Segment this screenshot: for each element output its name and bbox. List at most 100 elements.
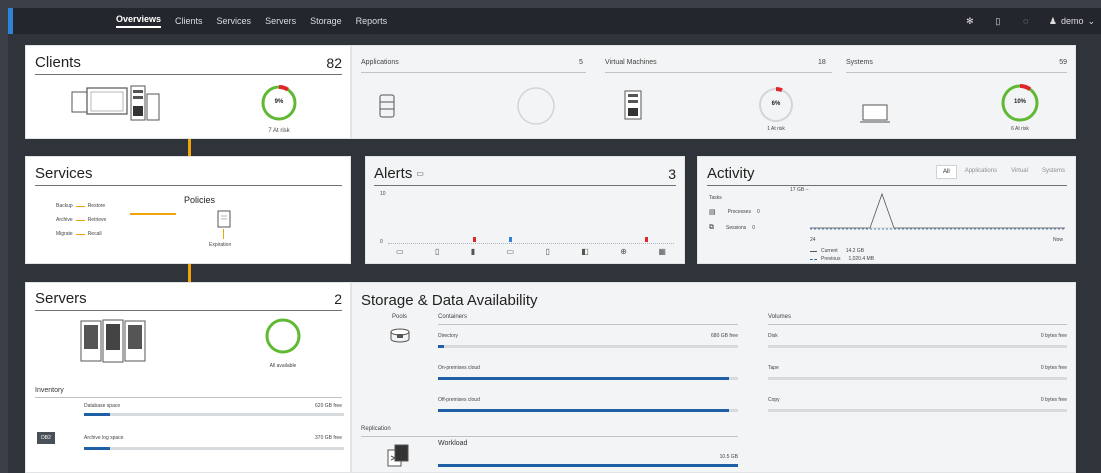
database-icon[interactable]: ▯ bbox=[435, 247, 439, 256]
nav-clients[interactable]: Clients bbox=[175, 16, 203, 26]
nav-reports[interactable]: Reports bbox=[356, 16, 388, 26]
legend-current-value: 14.2 GB bbox=[845, 248, 865, 254]
clients-title: Clients bbox=[35, 54, 81, 71]
storage-title: Storage & Data Availability bbox=[361, 292, 538, 309]
replication-icon[interactable]: ◧ bbox=[581, 247, 589, 256]
alerts-category-icons: ▭ ▯ ▮ ▭ ▯ ◧ ⊕ ▦ bbox=[396, 247, 666, 256]
policy-document-icon bbox=[217, 210, 231, 228]
legend-current-swatch bbox=[810, 250, 817, 252]
volume-copy-value: 0 bytes free bbox=[1040, 397, 1067, 403]
tab-systems[interactable]: Systems bbox=[1036, 165, 1071, 179]
storage-pool-icon bbox=[390, 328, 410, 343]
services-title: Services bbox=[35, 165, 93, 182]
laptop-icon[interactable]: ▭ bbox=[507, 247, 515, 256]
vms-risk-percent: 6% bbox=[771, 101, 781, 107]
volume-copy-bar bbox=[768, 409, 1067, 412]
activity-card[interactable]: Activity All Applications Virtual System… bbox=[697, 156, 1076, 264]
service-left: Archive bbox=[56, 217, 73, 223]
servers-divider bbox=[35, 310, 342, 311]
processes-value: 0 bbox=[756, 209, 760, 215]
user-menu[interactable]: ♟ demo ⌄ bbox=[1049, 16, 1095, 27]
container-onprem-bar bbox=[438, 377, 738, 380]
tab-virtual[interactable]: Virtual bbox=[1005, 165, 1034, 179]
servers-card[interactable]: Servers 2 All available Inventory DB2 Da… bbox=[25, 282, 351, 473]
services-policies-connector bbox=[130, 213, 176, 215]
service-left: Backup bbox=[56, 203, 73, 209]
summary-card: Applications 5 Virtual Machines 18 6% 1 … bbox=[351, 45, 1076, 139]
legend-previous: Previous 1,020.4 MB bbox=[810, 256, 874, 262]
volumes-label: Volumes bbox=[768, 314, 792, 320]
policy-expiration-connector bbox=[223, 229, 224, 239]
processes-row: ▤ Processes 0 bbox=[709, 208, 760, 216]
volume-disk-bar bbox=[768, 345, 1067, 348]
legend-previous-swatch bbox=[810, 258, 817, 260]
activity-y-top: 17 GB – bbox=[790, 187, 809, 193]
servers-count: 2 bbox=[334, 291, 342, 307]
vms-divider bbox=[605, 72, 832, 73]
main-nav: Overviews Clients Services Servers Stora… bbox=[116, 8, 387, 34]
sessions-value: 0 bbox=[752, 225, 756, 231]
processes-icon: ▤ bbox=[709, 209, 716, 216]
systems-risk-percent: 10% bbox=[1013, 99, 1026, 105]
virtual-machines-count: 18 bbox=[818, 59, 826, 66]
archive-log-fill bbox=[84, 447, 110, 450]
service-right: Recall bbox=[87, 231, 102, 237]
storage-icon[interactable]: ▯ bbox=[546, 247, 550, 256]
alerts-count: 3 bbox=[668, 166, 676, 182]
activity-x-start: 24 bbox=[810, 237, 816, 243]
activity-tabs: All Applications Virtual Systems bbox=[936, 165, 1071, 179]
client-icon[interactable]: ▭ bbox=[396, 247, 404, 256]
alerts-baseline bbox=[388, 243, 674, 244]
volume-tape-label: Tape bbox=[768, 365, 779, 371]
container-directory-value: 680 GB free bbox=[711, 333, 738, 339]
refresh-icon[interactable]: ◌ bbox=[1021, 16, 1031, 26]
archive-log-value: 370 GB free bbox=[315, 435, 342, 441]
legend-previous-value: 1,020.4 MB bbox=[848, 256, 875, 262]
policies-label: Policies bbox=[184, 195, 216, 205]
workload-bar bbox=[438, 464, 738, 467]
storage-card[interactable]: Storage & Data Availability Pools Contai… bbox=[351, 282, 1076, 473]
systems-label[interactable]: Systems bbox=[846, 59, 873, 66]
volume-copy-label: Copy bbox=[768, 397, 780, 403]
applications-ring bbox=[517, 87, 555, 125]
services-card[interactable]: Services Backup Restore Archive Retrieve… bbox=[25, 156, 351, 264]
vms-risk-ring: 6% bbox=[757, 86, 795, 124]
db2-icon: DB2 bbox=[37, 432, 55, 444]
applications-label[interactable]: Applications bbox=[361, 59, 399, 66]
systems-count: 59 bbox=[1059, 59, 1067, 66]
tab-applications[interactable]: Applications bbox=[959, 165, 1003, 179]
inventory-label: Inventory bbox=[35, 387, 64, 394]
workload-fill bbox=[438, 464, 738, 467]
virtual-machines-label[interactable]: Virtual Machines bbox=[605, 59, 657, 66]
nav-overviews[interactable]: Overviews bbox=[116, 14, 162, 28]
container-directory-bar bbox=[438, 345, 738, 348]
server-rack-icon bbox=[80, 319, 146, 363]
pool-icon[interactable]: ⊕ bbox=[620, 247, 627, 256]
user-icon: ♟ bbox=[1048, 15, 1057, 26]
service-link bbox=[75, 205, 85, 207]
processes-label: Processes bbox=[727, 209, 751, 215]
clipboard-icon[interactable]: ▯ bbox=[993, 16, 1003, 27]
library-icon[interactable]: ▦ bbox=[658, 247, 666, 256]
nav-services[interactable]: Services bbox=[217, 16, 252, 26]
sessions-icon: ⧉ bbox=[709, 224, 714, 231]
volume-tape-bar bbox=[768, 377, 1067, 380]
activity-title: Activity bbox=[707, 165, 755, 182]
applications-divider bbox=[361, 72, 586, 73]
alert-marker-warning bbox=[509, 237, 512, 242]
nav-storage[interactable]: Storage bbox=[310, 16, 342, 26]
alerts-card[interactable]: Alerts ▭ 3 10 0 ▭ ▯ ▮ ▭ ▯ ◧ ⊕ ▦ bbox=[365, 156, 685, 264]
clients-card[interactable]: Clients 82 9% 7 At risk bbox=[25, 45, 351, 139]
tab-all[interactable]: All bbox=[936, 165, 957, 179]
servers-availability-ring bbox=[265, 318, 301, 354]
settings-gear-icon[interactable]: ✻ bbox=[965, 16, 975, 27]
service-pair-row: Backup Restore bbox=[56, 199, 152, 213]
service-link bbox=[75, 233, 85, 235]
clients-count: 82 bbox=[326, 55, 342, 71]
database-space-fill bbox=[84, 413, 110, 416]
alerts-y-zero: 0 bbox=[380, 239, 383, 245]
containers-label: Containers bbox=[438, 314, 468, 320]
server-icon[interactable]: ▮ bbox=[471, 247, 475, 256]
services-divider bbox=[35, 185, 342, 186]
nav-servers[interactable]: Servers bbox=[265, 16, 296, 26]
